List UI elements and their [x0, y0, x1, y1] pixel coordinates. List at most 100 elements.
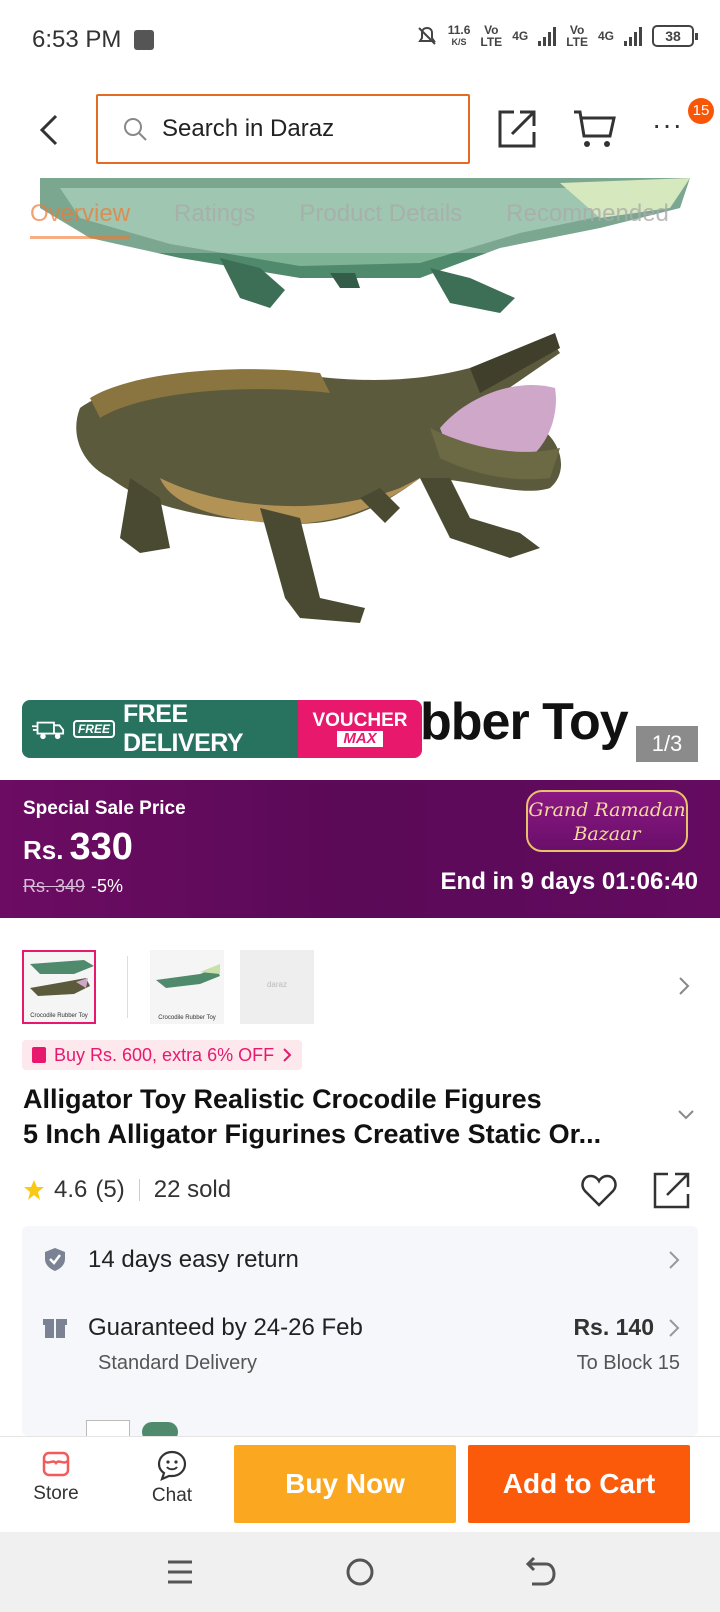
- special-sale-banner: Special Sale Price Rs. 330 Rs. 349 -5% Gra…: [0, 780, 720, 918]
- return-text: 14 days easy return: [88, 1246, 299, 1273]
- divider: [138, 1179, 140, 1201]
- heart-icon[interactable]: [580, 1172, 618, 1208]
- gift-box-icon: [43, 1319, 67, 1338]
- discount-tag-icon: [32, 1047, 46, 1063]
- status-indicators: 11.6 K/S Vo LTE 4G Vo LTE 4G 38: [416, 24, 698, 48]
- chevron-right-icon: [669, 1251, 680, 1269]
- price-currency: Rs.: [23, 835, 64, 865]
- delivery-row[interactable]: Guaranteed by 24-26 Feb Standard Deliver…: [22, 1296, 698, 1376]
- status-time: 6:53 PM: [32, 26, 122, 53]
- tab-recommended[interactable]: Recommended: [506, 200, 669, 239]
- rating-row[interactable]: 4.6 (5) 22 sold: [22, 1176, 231, 1204]
- thumbnail-placeholder: daraz: [266, 980, 287, 989]
- back-nav-icon[interactable]: [522, 1554, 558, 1590]
- voucher-label: VOUCHER: [312, 710, 408, 731]
- chevron-right-icon[interactable]: [676, 972, 692, 1000]
- bottom-action-bar: Store Chat Buy Now Add to Cart: [0, 1436, 720, 1532]
- tab-overview[interactable]: Overview: [30, 200, 131, 239]
- search-input[interactable]: Search in Daraz: [96, 94, 470, 164]
- section-tabs: Overview Ratings Product Details Recomme…: [0, 200, 720, 239]
- chat-button[interactable]: Chat: [132, 1449, 212, 1519]
- net-speed: 11.6 K/S: [448, 24, 471, 48]
- delivery-text: Guaranteed by 24-26 Feb: [88, 1314, 363, 1341]
- promo-banner: FREE FREE DELIVERY VOUCHER MAX: [22, 700, 422, 758]
- sale-price: Rs. 330: [23, 826, 133, 869]
- signal-icon: [538, 26, 557, 46]
- image-page-indicator: 1/3: [636, 726, 698, 762]
- system-nav-bar: [0, 1532, 720, 1612]
- campaign-line2: Bazaar: [573, 823, 641, 845]
- free-tag: FREE: [72, 720, 115, 738]
- signal-icon-2: [624, 26, 642, 46]
- variant-row-partial: [22, 1416, 698, 1436]
- star-icon: [24, 1180, 44, 1200]
- sim1-volte: Vo LTE: [480, 24, 502, 48]
- brown-alligator-illustration: [76, 333, 562, 623]
- sim2-sub: LTE: [566, 35, 588, 49]
- tab-ratings[interactable]: Ratings: [174, 200, 255, 239]
- campaign-logo: Grand Ramadan Bazaar: [526, 790, 688, 852]
- buy-now-button[interactable]: Buy Now: [234, 1445, 456, 1523]
- delivery-info-card: 14 days easy return Guaranteed by 24-26 …: [22, 1226, 698, 1436]
- chat-icon: [157, 1450, 187, 1481]
- sold-count: 22 sold: [153, 1176, 232, 1203]
- original-price-row: Rs. 349 -5%: [23, 876, 123, 897]
- image-caption: bber Toy: [420, 693, 629, 751]
- store-icon: [42, 1451, 70, 1477]
- variant-thumb: [86, 1420, 130, 1436]
- thumbnail-caption-2: Crocodile Rubber Toy: [158, 1015, 216, 1021]
- chevron-right-icon: [669, 1319, 680, 1337]
- sim2-volte: Vo LTE: [566, 24, 588, 48]
- product-title-line2: 5 Inch Alligator Figurines Creative Stat…: [23, 1119, 602, 1149]
- recent-apps-icon[interactable]: [162, 1554, 198, 1590]
- voucher-max-badge: VOUCHER MAX: [298, 700, 422, 758]
- campaign-line1: Grand Ramadan: [528, 799, 686, 821]
- search-icon: [124, 118, 147, 141]
- search-placeholder: Search in Daraz: [162, 115, 335, 142]
- deal-chip[interactable]: Buy Rs. 600, extra 6% OFF: [22, 1040, 303, 1070]
- mute-bell-icon: [417, 26, 436, 45]
- notification-icon: [134, 30, 154, 50]
- store-button[interactable]: Store: [16, 1449, 96, 1519]
- price-amount: 330: [69, 826, 133, 868]
- sim1-gen: 4G: [512, 29, 529, 43]
- delivery-destination: To Block 15: [576, 1352, 680, 1374]
- delivery-truck-icon: [32, 721, 65, 740]
- variant-thumb-2: [142, 1422, 178, 1436]
- product-image: [40, 178, 690, 623]
- rating-count: (5): [95, 1176, 125, 1203]
- shield-check-icon: [45, 1248, 65, 1271]
- back-arrow-icon[interactable]: [34, 110, 64, 150]
- sale-label: Special Sale Price: [23, 798, 186, 819]
- top-header: Search in Daraz ··· 15: [0, 82, 720, 178]
- product-image-gallery[interactable]: Overview Ratings Product Details Recomme…: [0, 178, 720, 768]
- thumbnail-3[interactable]: daraz: [240, 950, 314, 1024]
- status-bar: 6:53 PM 11.6 K/S Vo LTE 4G Vo LTE 4G 38: [0, 0, 720, 82]
- store-label: Store: [33, 1483, 79, 1504]
- sim2-gen: 4G: [597, 29, 614, 43]
- tab-product-details[interactable]: Product Details: [299, 200, 462, 239]
- chevron-down-icon[interactable]: [676, 1108, 696, 1122]
- product-title: Alligator Toy Realistic Crocodile Figure…: [23, 1082, 663, 1152]
- discount-percent: -5%: [91, 876, 124, 896]
- delivery-price: Rs. 140: [573, 1314, 654, 1340]
- net-speed-unit: K/S: [451, 37, 467, 47]
- home-icon[interactable]: [342, 1554, 378, 1590]
- thumbnail-1[interactable]: Crocodile Rubber Toy: [22, 950, 96, 1024]
- chat-label: Chat: [151, 1485, 193, 1506]
- chevron-right-icon: [283, 1048, 292, 1062]
- battery-icon: 38: [652, 25, 698, 47]
- free-delivery-badge: FREE FREE DELIVERY: [22, 700, 298, 758]
- share-icon-2[interactable]: [652, 1170, 692, 1210]
- deal-text: Buy Rs. 600, extra 6% OFF: [54, 1044, 275, 1065]
- thumbnail-2[interactable]: Crocodile Rubber Toy: [150, 950, 224, 1024]
- add-to-cart-button[interactable]: Add to Cart: [468, 1445, 690, 1523]
- sale-countdown: End in 9 days 01:06:40: [440, 868, 698, 895]
- share-icon[interactable]: [496, 108, 538, 150]
- voucher-max-label: MAX: [337, 731, 383, 747]
- net-speed-value: 11.6: [447, 23, 471, 37]
- cart-icon[interactable]: [572, 108, 616, 150]
- return-policy-row[interactable]: 14 days easy return: [22, 1226, 698, 1296]
- cart-badge: 15: [688, 98, 714, 124]
- product-title-line1: Alligator Toy Realistic Crocodile Figure…: [23, 1084, 542, 1114]
